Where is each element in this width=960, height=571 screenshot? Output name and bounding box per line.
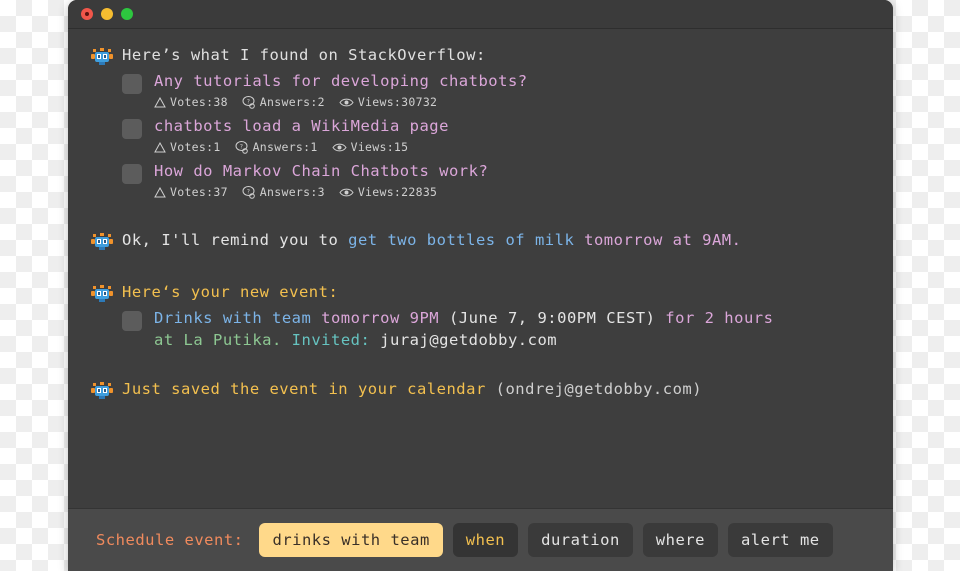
event-checkbox[interactable] [122,311,142,331]
result-title[interactable]: chatbots load a WikiMedia page [154,116,449,137]
schedule-event-bar: Schedule event: drinks with team when du… [68,508,893,571]
result-checkbox[interactable] [122,74,142,94]
saved-text: Just saved the event in your calendar [122,380,486,398]
robot-avatar-icon [90,230,114,252]
stackoverflow-result[interactable]: Any tutorials for developing chatbots? V… [122,71,871,112]
event-item[interactable]: Drinks with team tomorrow 9PM (June 7, 9… [122,307,871,351]
votes-stat: Votes:37 [154,183,228,202]
event-details: Drinks with team tomorrow 9PM (June 7, 9… [154,307,773,351]
result-title[interactable]: Any tutorials for developing chatbots? [154,71,528,92]
votes-label: Votes:1 [170,140,221,154]
answers-stat: ? Answers:3 [242,183,325,202]
eye-icon [331,143,347,152]
triangle-icon [154,187,166,198]
reminder-task: get two bottles of milk [348,231,575,249]
result-stats: Votes:37 ? Answers:3 Views:22835 [154,183,488,202]
event-invitee: juraj@getdobby.com [370,331,558,349]
result-checkbox[interactable] [122,119,142,139]
chip-where[interactable]: where [642,523,718,557]
answers-label: Answers:3 [259,185,325,199]
message-text: Ok, I'll remind you to get two bottles o… [122,228,741,251]
message-text: Here‘s your new event: [122,283,339,301]
stackoverflow-result[interactable]: How do Markov Chain Chatbots work? Votes… [122,161,871,202]
answers-stat: ? Answers:2 [242,93,325,112]
chat-transcript[interactable]: Here’s what I found on StackOverflow: An… [68,29,893,508]
schedule-event-label: Schedule event: [96,531,244,549]
message-stackoverflow-intro: Here’s what I found on StackOverflow: [90,43,871,67]
chip-alert-me[interactable]: alert me [727,523,833,557]
event-title: Drinks with team [154,309,312,327]
eye-icon [339,98,354,107]
result-body: How do Markov Chain Chatbots work? Votes… [154,161,488,202]
window-titlebar [68,0,893,29]
message-text: Just saved the event in your calendar (o… [122,377,702,400]
result-body: chatbots load a WikiMedia page Votes:1 ?… [154,116,449,157]
eye-icon [339,188,354,197]
robot-avatar-icon [90,282,114,304]
views-label: Views:22835 [357,185,438,199]
app-window: Here’s what I found on StackOverflow: An… [68,0,893,571]
event-duration: for 2 hours [655,309,774,327]
reminder-time: tomorrow at 9AM. [584,231,742,249]
result-body: Any tutorials for developing chatbots? V… [154,71,528,112]
answers-label: Answers:2 [259,95,325,109]
result-checkbox[interactable] [122,164,142,184]
chip-duration[interactable]: duration [528,523,633,557]
event-location: at La Putika. [154,331,282,349]
result-title[interactable]: How do Markov Chain Chatbots work? [154,161,488,182]
message-saved-confirmation: Just saved the event in your calendar (o… [90,377,871,401]
result-stats: Votes:38 ? Answers:2 Views:30732 [154,93,528,112]
answers-stat: ? Answers:1 [235,138,318,157]
votes-label: Votes:38 [170,95,228,109]
speech-bubble-question-icon: ? [242,96,255,109]
speech-bubble-question-icon: ? [242,186,255,199]
views-stat: Views:15 [331,138,409,157]
views-label: Views:15 [350,140,409,154]
robot-avatar-icon [90,45,114,67]
triangle-icon [154,97,166,108]
reminder-sep [574,231,584,249]
triangle-icon [154,142,166,153]
views-stat: Views:22835 [339,183,437,202]
maximize-window-icon[interactable] [121,8,133,20]
views-stat: Views:30732 [339,93,437,112]
message-text: Here’s what I found on StackOverflow: [122,46,486,64]
close-window-icon[interactable] [81,8,93,20]
event-when: tomorrow 9PM [311,309,440,327]
chip-event-title[interactable]: drinks with team [259,523,443,557]
speech-bubble-question-icon: ? [235,141,248,154]
event-invited-label: Invited: [281,331,371,349]
message-reminder: Ok, I'll remind you to get two bottles o… [90,228,871,252]
saved-account: (ondrej@getdobby.com) [485,380,703,398]
reminder-prefix: Ok, I'll remind you to [122,231,349,249]
result-stats: Votes:1 ? Answers:1 Views:15 [154,138,449,157]
event-resolved-date: (June 7, 9:00PM CEST) [439,309,656,327]
chip-when[interactable]: when [452,523,519,557]
views-label: Views:30732 [357,95,438,109]
svg-text:?: ? [246,98,250,105]
svg-text:?: ? [239,143,243,150]
votes-label: Votes:37 [170,185,228,199]
answers-label: Answers:1 [252,140,318,154]
svg-text:?: ? [246,188,250,195]
minimize-window-icon[interactable] [101,8,113,20]
stackoverflow-result[interactable]: chatbots load a WikiMedia page Votes:1 ?… [122,116,871,157]
votes-stat: Votes:1 [154,138,221,157]
message-event-intro: Here‘s your new event: [90,280,871,304]
votes-stat: Votes:38 [154,93,228,112]
robot-avatar-icon [90,379,114,401]
